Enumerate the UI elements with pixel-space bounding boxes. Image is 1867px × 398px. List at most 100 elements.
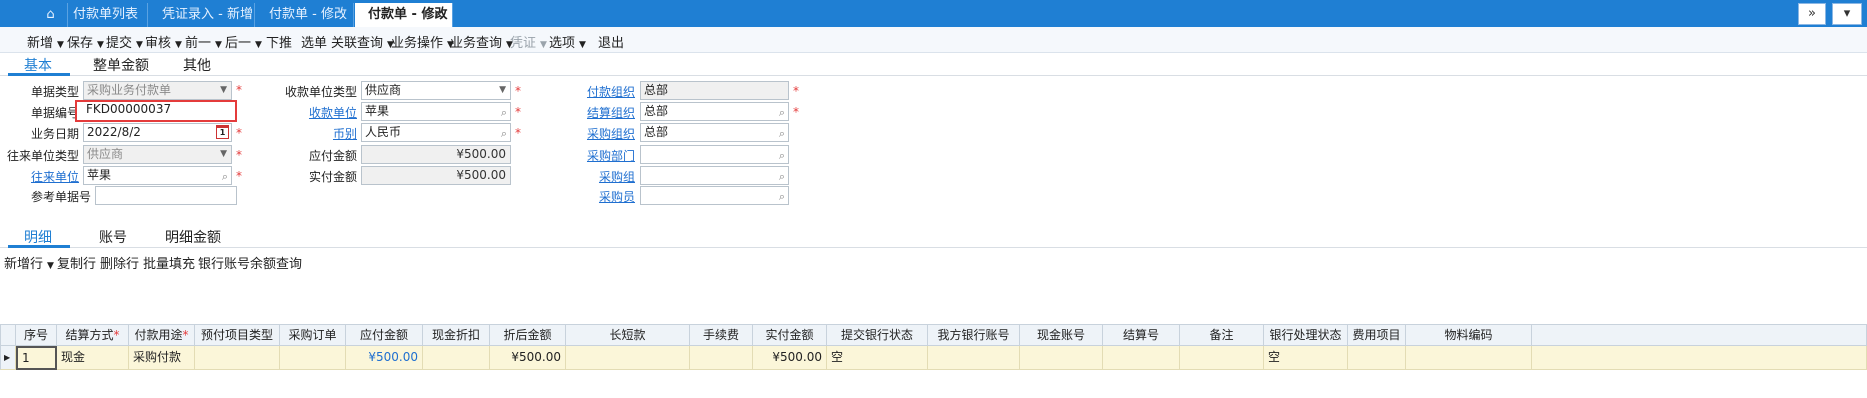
col-header[interactable]: 现金账号 [1020,324,1103,346]
related-query-button[interactable]: 关联查询 ▼ [331,32,394,51]
col-header[interactable]: 提交银行状态 [827,324,928,346]
ref-no-field[interactable] [95,186,237,205]
tab-account[interactable]: 账号 [99,227,127,247]
push-down-button[interactable]: 下推 [266,32,292,51]
tab-other[interactable]: 其他 [183,55,211,75]
cell-po[interactable] [280,346,346,370]
tab-menu-button[interactable]: ▾ [1832,3,1862,25]
col-header[interactable]: 长短款 [566,324,690,346]
search-icon[interactable]: ⌕ [779,168,785,184]
purchaser-field[interactable]: ⌕ [640,186,789,205]
select-bill-button[interactable]: 选单 [301,32,327,51]
cell-purpose[interactable]: 采购付款 [129,346,195,370]
biz-date-field[interactable]: 2022/8/2 1 [83,123,232,142]
purchase-group-field[interactable]: ⌕ [640,166,789,185]
cell-settle-no[interactable] [1103,346,1180,370]
cell-cash-account[interactable] [1020,346,1103,370]
cell-seq[interactable]: 1 [16,346,57,370]
cell-settle-method[interactable]: 现金 [57,346,129,370]
search-icon[interactable]: ⌕ [501,125,507,141]
tab-payment-list[interactable]: 付款单列表 [60,3,148,27]
tab-payment-edit[interactable]: 付款单 - 修改 [256,3,354,27]
col-header[interactable]: 备注 [1180,324,1264,346]
exit-button[interactable]: 退出 [598,32,624,51]
submit-button[interactable]: 提交 ▼ [106,32,143,51]
col-header[interactable]: 采购订单 [280,324,346,346]
batch-fill-button[interactable]: 批量填充 [143,253,195,272]
delete-row-button[interactable]: 删除行 [100,253,139,272]
save-button[interactable]: 保存 ▼ [67,32,104,51]
prev-button[interactable]: 前一 ▼ [185,32,222,51]
calendar-icon[interactable]: 1 [216,125,229,139]
settle-org-link[interactable]: 结算组织 [570,104,635,121]
tab-total-amount[interactable]: 整单金额 [93,55,149,75]
tab-detail[interactable]: 明细 [24,227,52,247]
search-icon[interactable]: ⌕ [779,125,785,141]
purchase-org-field[interactable]: 总部 ⌕ [640,123,789,142]
contact-unit-link[interactable]: 往来单位 [20,168,79,185]
col-header[interactable]: 预付项目类型 [195,324,280,346]
col-header[interactable]: 手续费 [690,324,753,346]
cell-prepay-type[interactable] [195,346,280,370]
search-icon[interactable]: ⌕ [779,104,785,120]
biz-query-button[interactable]: 业务查询 ▼ [450,32,513,51]
cell-bank-proc-status[interactable]: 空 [1264,346,1348,370]
voucher-button[interactable]: 凭证 ▼ [510,32,547,51]
currency-link[interactable]: 币别 [283,125,357,142]
purchase-dept-link[interactable]: 采购部门 [570,147,635,164]
tab-overflow-button[interactable]: » [1798,3,1826,25]
search-icon[interactable]: ⌕ [222,168,228,184]
col-header[interactable]: 结算号 [1103,324,1180,346]
col-header[interactable]: 折后金额 [490,324,566,346]
cell-our-bank-account[interactable] [928,346,1020,370]
col-header[interactable]: 银行处理状态 [1264,324,1348,346]
tab-voucher-entry[interactable]: 凭证录入 - 新增 [149,3,255,27]
contact-type-field[interactable]: 供应商 ▼ [83,145,232,164]
cell-actual[interactable]: ¥500.00 [753,346,827,370]
next-button[interactable]: 后一 ▼ [225,32,262,51]
cell-long-short[interactable] [566,346,690,370]
search-icon[interactable]: ⌕ [779,147,785,163]
cell-discount[interactable] [423,346,490,370]
cell-payable[interactable]: ¥500.00 [346,346,423,370]
bank-balance-button[interactable]: 银行账号余额查询 [198,253,302,272]
cell-material-code[interactable] [1406,346,1532,370]
cell-remark[interactable] [1180,346,1264,370]
cell-fee[interactable] [690,346,753,370]
close-icon[interactable]: × [433,3,444,27]
currency-field[interactable]: 人民币 ⌕ [361,123,511,142]
col-header[interactable]: 物料编码 [1406,324,1532,346]
search-icon[interactable]: ⌕ [779,188,785,204]
audit-button[interactable]: 审核 ▼ [145,32,182,51]
tab-detail-amount[interactable]: 明细金额 [165,227,221,247]
col-header[interactable]: 应付金额 [346,324,423,346]
col-header[interactable]: 费用项目 [1348,324,1406,346]
contact-unit-field[interactable]: 苹果 ⌕ [83,166,232,185]
bill-type-field[interactable]: 采购业务付款单 ▼ [83,81,232,100]
purchaser-link[interactable]: 采购员 [570,188,635,205]
new-button[interactable]: 新增 ▼ [27,32,64,51]
col-header[interactable]: 结算方式* [57,324,129,346]
options-button[interactable]: 选项 ▼ [549,32,586,51]
col-header[interactable]: 现金折扣 [423,324,490,346]
cell-bank-submit-status[interactable]: 空 [827,346,928,370]
tab-payment-edit-active[interactable]: 付款单 - 修改 × [355,3,453,27]
add-row-button[interactable]: 新增行 ▼ [4,253,54,272]
pay-org-link[interactable]: 付款组织 [570,83,635,100]
purchase-group-link[interactable]: 采购组 [570,168,635,185]
col-header[interactable]: 序号 [16,324,57,346]
col-header[interactable]: 付款用途* [129,324,195,346]
col-header[interactable]: 实付金额 [753,324,827,346]
bill-no-field[interactable]: FKD00000037 [75,100,237,122]
biz-operation-button[interactable]: 业务操作 ▼ [391,32,454,51]
payee-link[interactable]: 收款单位 [283,104,357,121]
cell-expense-item[interactable] [1348,346,1406,370]
settle-org-field[interactable]: 总部 ⌕ [640,102,789,121]
purchase-dept-field[interactable]: ⌕ [640,145,789,164]
col-header[interactable]: 我方银行账号 [928,324,1020,346]
payee-type-field[interactable]: 供应商 ▼ [361,81,511,100]
payee-field[interactable]: 苹果 ⌕ [361,102,511,121]
tab-basic[interactable]: 基本 [24,55,52,75]
cell-after-discount[interactable]: ¥500.00 [490,346,566,370]
search-icon[interactable]: ⌕ [501,104,507,120]
